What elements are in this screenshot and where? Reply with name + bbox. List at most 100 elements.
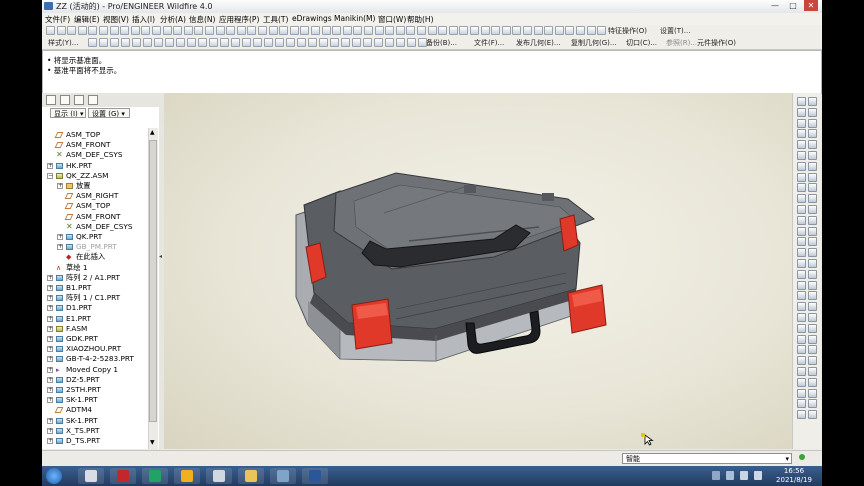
explorer-icon[interactable] [78, 468, 104, 484]
feature-tool-icon[interactable] [797, 410, 806, 419]
toolbar-button-icon[interactable] [364, 26, 373, 35]
menu-view[interactable]: 视图(V) [103, 14, 129, 25]
feature-tool-icon[interactable] [797, 119, 806, 128]
feature-tool-icon[interactable] [797, 162, 806, 171]
toolbar-button-icon[interactable] [438, 26, 447, 35]
menu-manikin[interactable]: Manikin(M) [334, 14, 375, 23]
file-button[interactable]: 文件(F)... [474, 38, 504, 48]
tree-item[interactable]: + ▸ Moved Copy 1 [42, 365, 148, 375]
toolbar-button-icon[interactable] [231, 38, 240, 47]
toolbar-button-icon[interactable] [308, 38, 317, 47]
feature-tool-icon[interactable] [797, 302, 806, 311]
feature-tool-icon[interactable] [808, 389, 817, 398]
toolbar-button-icon[interactable] [290, 26, 299, 35]
tree-item[interactable]: ASM_RIGHT [42, 191, 148, 201]
maximize-button[interactable]: □ [786, 0, 800, 11]
toolbar-button-icon[interactable] [363, 38, 372, 47]
feature-tool-icon[interactable] [808, 237, 817, 246]
proe-icon[interactable] [270, 468, 296, 484]
feature-tool-icon[interactable] [808, 129, 817, 138]
feature-tool-icon[interactable] [808, 302, 817, 311]
toolbar-button-icon[interactable] [198, 38, 207, 47]
tree-item[interactable]: + 放置 [42, 181, 148, 191]
feature-tool-icon[interactable] [797, 324, 806, 333]
settings-dropdown[interactable]: 设置 (G) ▾ [88, 108, 130, 118]
feature-tool-icon[interactable] [797, 399, 806, 408]
word-icon[interactable] [302, 468, 328, 484]
toolbar-button-icon[interactable] [279, 26, 288, 35]
tree-expander-icon[interactable]: + [57, 244, 63, 251]
feature-tool-icon[interactable] [808, 259, 817, 268]
folder-browser-tab-icon[interactable] [60, 95, 70, 105]
tree-expander-icon[interactable]: + [47, 387, 53, 393]
feature-tool-icon[interactable] [797, 194, 806, 203]
feature-tool-icon[interactable] [797, 140, 806, 149]
toolbar-button-icon[interactable] [544, 26, 553, 35]
toolbar-button-icon[interactable] [311, 26, 320, 35]
menu-analysis[interactable]: 分析(A) [160, 14, 186, 25]
toolbar-button-icon[interactable] [264, 38, 273, 47]
toolbar-button-icon[interactable] [491, 26, 500, 35]
tree-expander-icon[interactable]: + [47, 438, 53, 444]
tree-item[interactable]: + B1.PRT [42, 283, 148, 293]
reference-button[interactable]: 参照(R)... [666, 38, 697, 48]
feature-tool-icon[interactable] [808, 281, 817, 290]
scroll-up-arrow-icon[interactable]: ▲ [150, 129, 155, 136]
tree-expander-icon[interactable]: + [47, 356, 53, 363]
menu-insert[interactable]: 插入(I) [132, 14, 155, 25]
tree-expander-icon[interactable]: + [47, 417, 53, 424]
tree-scrollbar[interactable]: ▲ ▼ [148, 128, 158, 449]
feature-tool-icon[interactable] [808, 97, 817, 106]
feature-tool-icon[interactable] [808, 194, 817, 203]
minimize-button[interactable]: — [768, 0, 782, 11]
menu-help[interactable]: 帮助(H) [407, 14, 434, 25]
network-icon[interactable] [740, 471, 748, 480]
publish-geometry-button[interactable]: 发布几何(E)... [516, 38, 561, 48]
toolbar-button-icon[interactable] [385, 26, 394, 35]
feature-tool-icon[interactable] [808, 108, 817, 117]
toolbar-button-icon[interactable] [247, 26, 256, 35]
feature-tool-icon[interactable] [797, 313, 806, 322]
tree-expander-icon[interactable]: + [47, 162, 53, 169]
feature-tool-icon[interactable] [797, 270, 806, 279]
toolbar-button-icon[interactable] [163, 26, 172, 35]
toolbar-button-icon[interactable] [470, 26, 479, 35]
tree-item[interactable]: + GDK.PRT [42, 334, 148, 344]
toolbar-button-icon[interactable] [417, 26, 426, 35]
feature-tool-icon[interactable] [797, 248, 806, 257]
feature-tool-icon[interactable] [808, 270, 817, 279]
toolbar-button-icon[interactable] [154, 38, 163, 47]
chrome-icon[interactable] [174, 468, 200, 484]
tree-expander-icon[interactable]: + [47, 325, 53, 332]
toolbar-button-icon[interactable] [396, 38, 405, 47]
graphics-window[interactable] [164, 93, 792, 449]
tree-item[interactable]: + D_TS.PRT [42, 436, 148, 446]
menu-edrawings[interactable]: eDrawings [292, 14, 332, 23]
toolbar-button-icon[interactable] [481, 26, 490, 35]
settings-button[interactable]: 设置(T)... [660, 26, 690, 36]
tree-expander-icon[interactable]: + [47, 397, 53, 404]
tree-item[interactable]: + DZ-5.PRT [42, 375, 148, 385]
toolbar-button-icon[interactable] [176, 38, 185, 47]
menu-window[interactable]: 窗口(W) [378, 14, 406, 25]
toolbar-button-icon[interactable] [449, 26, 458, 35]
feature-tool-icon[interactable] [808, 216, 817, 225]
toolbar-button-icon[interactable] [406, 26, 415, 35]
feature-tool-icon[interactable] [797, 129, 806, 138]
backup-button[interactable]: 备份(B)... [426, 38, 457, 48]
tree-item[interactable]: + GB_PM.PRT [42, 242, 148, 252]
feature-tool-icon[interactable] [797, 356, 806, 365]
feature-tool-icon[interactable] [808, 248, 817, 257]
tree-expander-icon[interactable]: + [47, 274, 53, 281]
scroll-down-arrow-icon[interactable]: ▼ [150, 439, 155, 446]
tree-item[interactable]: ADTM4 [42, 405, 148, 415]
feature-tool-icon[interactable] [808, 151, 817, 160]
tree-item[interactable]: +2STH.PRT [42, 385, 148, 395]
menu-applications[interactable]: 应用程序(P) [219, 14, 259, 25]
tree-item[interactable]: ◆ 在此插入 [42, 252, 148, 262]
tree-item[interactable]: − QK_ZZ.ASM [42, 171, 148, 181]
tree-expander-icon[interactable]: + [47, 427, 53, 434]
toolbar-button-icon[interactable] [512, 26, 521, 35]
toolbar-button-icon[interactable] [353, 26, 362, 35]
scroll-thumb[interactable] [149, 140, 157, 422]
